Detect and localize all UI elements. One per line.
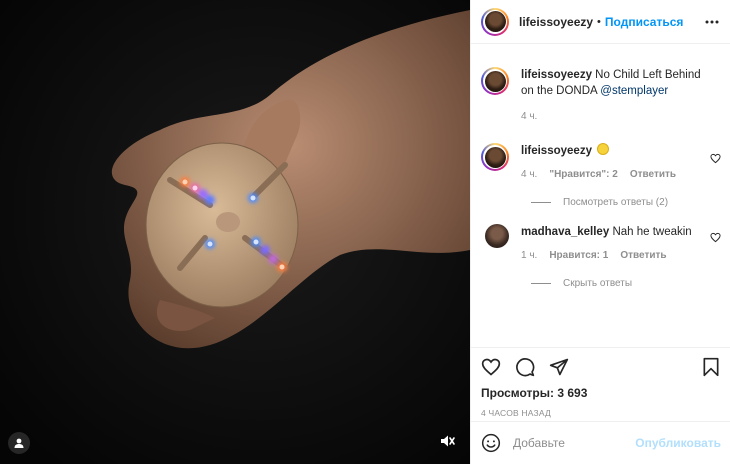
- replies-divider: [531, 202, 551, 203]
- comment-time[interactable]: 1 ч.: [521, 248, 537, 264]
- yellow-circle-emoji-icon: [597, 143, 610, 155]
- comment-bubble-icon[interactable]: [515, 357, 535, 377]
- like-heart-icon[interactable]: [481, 357, 501, 377]
- caption-avatar[interactable]: [481, 67, 509, 95]
- more-horizontal-icon[interactable]: [704, 14, 720, 30]
- author-username[interactable]: lifeissoyeezy: [519, 15, 593, 29]
- view-replies-label: Посмотреть ответы (2): [563, 197, 669, 208]
- comment-likes[interactable]: "Нравится": 2: [549, 167, 618, 183]
- like-comment-heart-icon[interactable]: [710, 232, 721, 243]
- video-frame: [0, 0, 470, 464]
- post-header: lifeissoyeezy • Подписаться: [471, 0, 730, 44]
- follow-button[interactable]: Подписаться: [605, 15, 683, 29]
- caption-mention-link[interactable]: @stemplayer: [600, 85, 668, 97]
- comments-list[interactable]: lifeissoyeezy No Child Left Behind on th…: [471, 45, 730, 347]
- video-player[interactable]: [0, 0, 470, 464]
- add-comment-bar: Опубликовать: [471, 421, 730, 464]
- tagged-users-button[interactable]: [8, 432, 30, 454]
- post-details-panel: lifeissoyeezy • Подписаться lifeissoyeez…: [470, 0, 730, 464]
- comment-time[interactable]: 4 ч.: [521, 167, 537, 183]
- comment-item: madhava_kelley Nah he tweakin 1 ч. Нрави…: [483, 224, 721, 264]
- replies-divider: [531, 283, 551, 284]
- post-timestamp[interactable]: 4 ЧАСОВ НАЗАД: [481, 408, 721, 418]
- comment-text: Nah he tweakin: [612, 226, 692, 238]
- comment-input[interactable]: [513, 436, 633, 450]
- share-paper-plane-icon[interactable]: [549, 357, 569, 377]
- author-avatar[interactable]: [481, 7, 509, 36]
- reply-button[interactable]: Ответить: [620, 248, 666, 264]
- caption: lifeissoyeezy No Child Left Behind on th…: [481, 67, 721, 125]
- bookmark-icon[interactable]: [701, 357, 721, 377]
- sound-off-icon[interactable]: [438, 432, 456, 450]
- user-icon: [14, 438, 24, 448]
- hide-replies-label: Скрыть ответы: [563, 278, 633, 289]
- header-separator: •: [597, 15, 601, 28]
- comment-item: lifeissoyeezy 4 ч. "Нравится": 2 Ответит…: [481, 143, 721, 183]
- hide-replies-button[interactable]: Скрыть ответы: [531, 278, 721, 289]
- comment-avatar[interactable]: [485, 224, 509, 248]
- caption-time[interactable]: 4 ч.: [521, 109, 537, 125]
- comment-avatar[interactable]: [481, 143, 509, 171]
- publish-button[interactable]: Опубликовать: [635, 436, 721, 450]
- comment-username[interactable]: madhava_kelley: [521, 226, 609, 238]
- view-count[interactable]: Просмотры: 3 693: [481, 386, 721, 400]
- reply-button[interactable]: Ответить: [630, 167, 676, 183]
- comment-likes[interactable]: Нравится: 1: [549, 248, 608, 264]
- view-replies-button[interactable]: Посмотреть ответы (2): [531, 197, 721, 208]
- post-actions: Просмотры: 3 693 4 ЧАСОВ НАЗАД: [471, 347, 730, 418]
- caption-username[interactable]: lifeissoyeezy: [521, 69, 592, 81]
- like-comment-heart-icon[interactable]: [710, 153, 721, 164]
- emoji-smiley-icon[interactable]: [481, 433, 501, 453]
- comment-username[interactable]: lifeissoyeezy: [521, 145, 592, 157]
